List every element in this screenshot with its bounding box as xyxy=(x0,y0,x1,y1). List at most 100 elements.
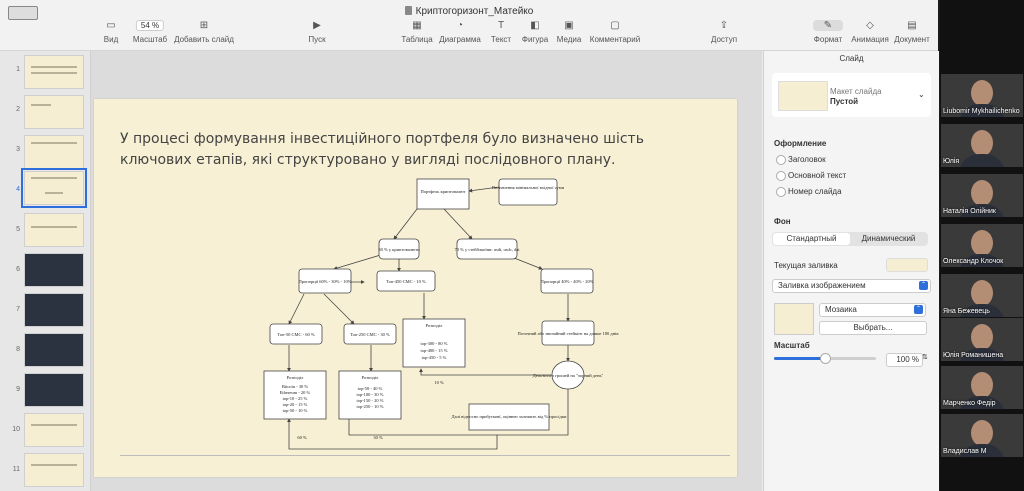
participant-name: Олександр Клочок xyxy=(943,258,1004,265)
stepper-icon[interactable]: ⇅ xyxy=(922,353,928,361)
flow-split-mid-line: top-50 - 40 % xyxy=(358,386,383,391)
flow-node-black-day-label: Депозити з грошей на "чорний день" xyxy=(533,373,604,378)
flow-split-left-line: top-50 - 10 % xyxy=(283,408,308,413)
text-button[interactable]: T Текст xyxy=(491,20,511,44)
zoom-button[interactable]: 54 % Масштаб xyxy=(133,20,167,44)
image-fill-preview[interactable] xyxy=(774,303,814,335)
slide-thumbnail-5[interactable] xyxy=(24,213,84,247)
bg-dynamic-option[interactable]: Динамический xyxy=(850,233,927,245)
scale-slider-knob[interactable] xyxy=(820,353,831,364)
flow-label-10: 10 % xyxy=(434,380,444,385)
share-button[interactable]: ⇪ Доступ xyxy=(711,20,737,44)
slide-bottom-rule xyxy=(120,455,730,456)
chevron-updown-icon: ⌃ xyxy=(919,281,928,290)
animation-icon: ◇ xyxy=(866,20,874,31)
slide-number: 9 xyxy=(16,386,20,393)
shape-button[interactable]: ◧ Фигура xyxy=(522,20,548,44)
zoom-value: 54 % xyxy=(135,20,165,31)
layout-label: Макет слайда xyxy=(830,87,882,96)
slide-thumbnail-6[interactable] xyxy=(24,253,84,287)
slide-layout-picker[interactable]: Макет слайда Пустой ⌄ xyxy=(772,73,931,117)
fill-type-select[interactable]: Заливка изображением ⌃ xyxy=(772,279,931,293)
scale-input[interactable]: 100 % xyxy=(886,353,923,367)
body-checkbox-label: Основной текст xyxy=(788,171,847,180)
comment-button[interactable]: ▢ Комментарий xyxy=(590,20,640,44)
slide-number: 4 xyxy=(16,186,20,193)
participant-tile[interactable]: Юлія Романишена xyxy=(941,318,1023,361)
flow-node-split-top-title: Розподіл xyxy=(426,323,443,328)
comment-icon: ▢ xyxy=(610,20,620,31)
participant-tile[interactable]: Олександр Клочок xyxy=(941,224,1023,267)
flow-node-min-sum xyxy=(498,178,558,206)
slide-number: 3 xyxy=(16,146,20,153)
slide[interactable]: У процесі формування інвестиційного порт… xyxy=(94,99,737,477)
chevron-down-icon[interactable]: ⌄ xyxy=(918,90,925,99)
slide-canvas: У процесі формування інвестиційного порт… xyxy=(91,51,762,491)
document-settings-icon: ▤ xyxy=(907,20,917,31)
slide-thumbnail-11[interactable] xyxy=(24,453,84,487)
slide-thumbnail-1[interactable] xyxy=(24,55,84,89)
play-button[interactable]: ▶ Пуск xyxy=(308,20,325,44)
text-icon: T xyxy=(497,20,505,31)
participant-tile[interactable]: Владислав М xyxy=(941,414,1023,457)
media-button[interactable]: ▣ Медиа xyxy=(557,20,582,44)
table-button[interactable]: ▦ Таблица xyxy=(401,20,432,44)
participant-tile[interactable]: Марченко Федір xyxy=(941,366,1023,409)
slide-number-checkbox[interactable] xyxy=(776,187,786,197)
animation-button[interactable]: ◇ Анимация xyxy=(851,20,889,44)
flow-split-mid-line: top-150 - 20 % xyxy=(356,398,383,403)
chevron-updown-icon: ⌃ xyxy=(914,305,923,314)
slide-thumbnail-2[interactable] xyxy=(24,95,84,129)
body-checkbox[interactable] xyxy=(776,171,786,181)
flow-split-mid-line: top-250 - 10 % xyxy=(356,404,383,409)
slide-thumbnail-3[interactable] xyxy=(24,135,84,169)
background-mode-toggle: Стандартный Динамический xyxy=(772,232,928,246)
slide-thumbnail-8[interactable] xyxy=(24,333,84,367)
layout-value: Пустой xyxy=(830,97,859,106)
mosaic-select[interactable]: Мозаика ⌃ xyxy=(819,303,926,317)
sidebar-icon: ▭ xyxy=(106,20,116,31)
flow-node-min-sum-label: Визначення мінімальної вхідної суми xyxy=(492,185,565,190)
participant-tile[interactable]: Юлія xyxy=(941,124,1023,167)
slide-thumbnail-10[interactable] xyxy=(24,413,84,447)
participant-tile[interactable]: Наталія Олійник xyxy=(941,174,1023,217)
view-button[interactable]: ▭ Вид xyxy=(104,20,118,44)
title-checkbox[interactable] xyxy=(776,155,786,165)
document-button[interactable]: ▤ Документ xyxy=(894,20,930,44)
flow-split-top-line: top-300 - 80 % xyxy=(420,341,447,346)
flow-split-top-line: top-450 - 5 % xyxy=(422,355,447,360)
participant-name: Владислав М xyxy=(943,448,987,455)
participant-name: Юлія xyxy=(943,158,960,165)
paintbrush-icon: ✎ xyxy=(813,20,843,31)
table-icon: ▦ xyxy=(412,20,422,31)
participant-name: Наталія Олійник xyxy=(943,208,996,215)
chart-icon: ◔ xyxy=(456,20,464,31)
participant-tile[interactable]: Liubomir Mykhailichenko xyxy=(941,74,1023,117)
slide-thumbnail-7[interactable] xyxy=(24,293,84,327)
fill-color-well[interactable] xyxy=(886,258,928,272)
title-checkbox-label: Заголовок xyxy=(788,155,826,164)
shape-icon: ◧ xyxy=(530,20,540,31)
flowchart[interactable]: Портфель криптовалют Визначення мінімаль… xyxy=(94,99,737,477)
participant-tile[interactable]: Яна Бежевець xyxy=(941,274,1023,317)
choose-image-button[interactable]: Выбрать... xyxy=(819,321,927,335)
add-slide-icon: ⊞ xyxy=(199,20,209,31)
video-participants-panel: Liubomir Mykhailichenko Юлія Наталія Олі… xyxy=(940,0,1024,491)
current-fill-label: Текущая заливка xyxy=(774,261,838,270)
chart-button[interactable]: ◔ Диаграмма xyxy=(439,20,481,44)
scale-slider[interactable] xyxy=(774,353,876,364)
inspector-tab-slide[interactable]: Слайд xyxy=(764,54,939,63)
participant-name: Яна Бежевець xyxy=(943,308,990,315)
slide-thumbnail-4[interactable] xyxy=(21,168,87,208)
format-button[interactable]: ✎ Формат xyxy=(813,20,843,44)
bg-standard-option[interactable]: Стандартный xyxy=(773,233,850,245)
slide-number: 8 xyxy=(16,346,20,353)
slide-number-checkbox-label: Номер слайда xyxy=(788,187,842,196)
flow-node-prop-left-label: Пропорції 60% - 30% - 10% xyxy=(299,279,352,284)
flow-node-top250-label: Топ-250 CMC - 30 % xyxy=(350,332,390,337)
inspector-panel: Слайд Макет слайда Пустой ⌄ Оформление З… xyxy=(763,51,939,491)
slide-thumbnail-9[interactable] xyxy=(24,373,84,407)
share-icon: ⇪ xyxy=(719,20,729,31)
scale-slider-fill xyxy=(774,357,825,360)
add-slide-button[interactable]: ⊞ Добавить слайд xyxy=(174,20,234,44)
